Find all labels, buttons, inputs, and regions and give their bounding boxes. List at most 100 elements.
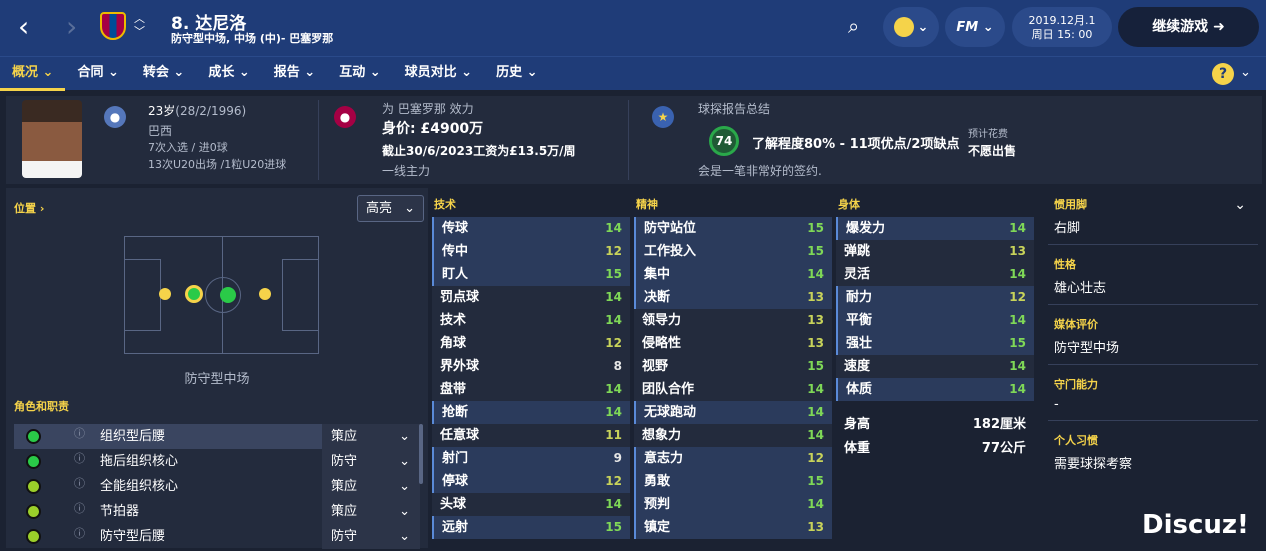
attribute-row: 灵活 14 xyxy=(836,263,1034,286)
tab-5[interactable]: 互动 ⌄ xyxy=(327,57,392,91)
technical-column: 技术 传球 14 传中 12 盯人 15 罚点球 14 技术 14 角球 12 界外球 8 盘带 14 抢断 14 任… xyxy=(432,193,630,539)
tab-4[interactable]: 报告 ⌄ xyxy=(262,57,327,91)
info-icon[interactable]: ⓘ xyxy=(74,525,85,541)
tab-0[interactable]: 概况 ⌄ xyxy=(0,57,66,91)
duty-select[interactable]: 防守 ⌄ xyxy=(322,449,420,474)
role-row[interactable]: ⓘ 组织型后腰 策应 ⌄ xyxy=(14,424,420,449)
role-suitability-dot xyxy=(26,479,41,494)
position-panel: 位置 › 高亮 ⌄ 防守型中场 角色和职责 ⓘ 组织型后腰 策应 ⌄ ⓘ 拖后组织核心 防守 ⌄… xyxy=(6,188,428,549)
forward-arrow-icon[interactable]: › xyxy=(66,10,77,44)
date-display[interactable]: 2019.12月.1 周日 15: 00 xyxy=(1012,7,1112,47)
sub-navigation: 概况 ⌄ 合同 ⌄ 转会 ⌄ 成长 ⌄ 报告 ⌄ 互动 ⌄ 球员对比 ⌄ 历史 ⌄ ? ⌄ xyxy=(0,56,1266,91)
attribute-row: 罚点球 14 xyxy=(432,286,630,309)
attribute-value: 12 xyxy=(605,474,622,488)
attribute-name: 技术 xyxy=(440,313,467,328)
physical-title: 身体 xyxy=(838,198,860,211)
duty-label: 策应 xyxy=(331,479,358,494)
continue-button[interactable]: 继续游戏 ➜ xyxy=(1118,7,1259,47)
search-icon[interactable]: ⌕ xyxy=(848,14,859,38)
info-icon[interactable]: ⓘ xyxy=(74,425,85,441)
foot-value: 右脚 xyxy=(1054,221,1081,236)
back-arrow-icon[interactable]: ‹ xyxy=(18,10,29,44)
attribute-value: 14 xyxy=(605,290,622,304)
highlight-select[interactable]: 高亮 ⌄ xyxy=(357,195,424,222)
scout-summary: 了解程度80% - 11项优点/2项缺点 xyxy=(752,137,960,152)
attribute-name: 团队合作 xyxy=(642,382,695,397)
info-icon[interactable]: ⓘ xyxy=(74,500,85,516)
attribute-row: 任意球 11 xyxy=(432,424,630,447)
duty-select[interactable]: 策应 ⌄ xyxy=(322,424,420,449)
tab-7[interactable]: 历史 ⌄ xyxy=(484,57,549,91)
attribute-value: 13 xyxy=(1009,244,1026,258)
world-menu-button[interactable]: ⌄ xyxy=(883,7,939,47)
attribute-value: 15 xyxy=(605,267,622,281)
highlight-label: 高亮 xyxy=(366,201,393,216)
side-info: 惯用脚 ⌄ 右脚 性格 雄心壮志 媒体评价 防守型中场 守门能力 - 个人习惯 … xyxy=(1048,193,1258,472)
weight-label: 体重 xyxy=(844,441,871,456)
role-row[interactable]: ⓘ 全能组织核心 策应 ⌄ xyxy=(14,474,420,499)
position-link[interactable]: 位置 › xyxy=(14,200,44,216)
attribute-value: 15 xyxy=(605,520,622,534)
attribute-row: 领导力 13 xyxy=(634,309,832,332)
attribute-name: 传球 xyxy=(442,221,469,236)
duty-label: 策应 xyxy=(331,504,358,519)
duty-select[interactable]: 防守 ⌄ xyxy=(322,524,420,549)
fee-label: 预计花费 xyxy=(968,129,1008,140)
height-label: 身高 xyxy=(844,417,871,432)
attribute-name: 罚点球 xyxy=(440,290,480,305)
attribute-value: 11 xyxy=(605,428,622,442)
attribute-value: 14 xyxy=(605,313,622,327)
birth-date: (28/2/1996) xyxy=(175,104,247,118)
attribute-row: 技术 14 xyxy=(432,309,630,332)
continue-arrow-icon: ➜ xyxy=(1213,19,1225,35)
attribute-row: 爆发力 14 xyxy=(836,217,1034,240)
attribute-row: 盘带 14 xyxy=(432,378,630,401)
fm-menu-button[interactable]: FM ⌄ xyxy=(945,7,1005,47)
chevron-down-icon: ⌄ xyxy=(365,65,381,80)
duty-label: 防守 xyxy=(331,529,358,544)
role-suitability-dot xyxy=(26,504,41,519)
attribute-value: 15 xyxy=(807,359,824,373)
player-wage: 截止30/6/2023工资为£13.5万/周 xyxy=(382,144,576,158)
scrollbar[interactable] xyxy=(419,424,423,484)
role-row[interactable]: ⓘ 节拍器 策应 ⌄ xyxy=(14,499,420,524)
role-row[interactable]: ⓘ 拖后组织核心 防守 ⌄ xyxy=(14,449,420,474)
attribute-row: 耐力 12 xyxy=(836,286,1034,309)
attribute-name: 镇定 xyxy=(644,520,671,535)
attribute-name: 侵略性 xyxy=(642,336,682,351)
attribute-name: 强壮 xyxy=(846,336,873,351)
role-row[interactable]: ⓘ 防守型后腰 防守 ⌄ xyxy=(14,524,420,549)
roles-title: 角色和职责 xyxy=(14,400,69,413)
attribute-value: 13 xyxy=(807,290,824,304)
attribute-name: 视野 xyxy=(642,359,669,374)
pos-dot xyxy=(259,288,271,300)
chevron-down-icon[interactable]: ⌄ xyxy=(1234,197,1246,213)
tab-6[interactable]: 球员对比 ⌄ xyxy=(393,57,484,91)
attribute-value: 12 xyxy=(605,336,622,350)
attribute-name: 耐力 xyxy=(846,290,873,305)
help-icon[interactable]: ? xyxy=(1212,63,1234,85)
attribute-value: 12 xyxy=(807,451,824,465)
attribute-row: 角球 12 xyxy=(432,332,630,355)
attribute-row: 传球 14 xyxy=(432,217,630,240)
help-chevron-icon[interactable]: ⌄ xyxy=(1240,65,1251,80)
mental-title: 精神 xyxy=(636,198,658,211)
attribute-value: 14 xyxy=(605,221,622,235)
tab-2[interactable]: 转会 ⌄ xyxy=(131,57,196,91)
tab-3[interactable]: 成长 ⌄ xyxy=(196,57,261,91)
tab-1[interactable]: 合同 ⌄ xyxy=(65,57,130,91)
attribute-value: 14 xyxy=(807,267,824,281)
attribute-name: 射门 xyxy=(442,451,469,466)
attribute-row: 界外球 8 xyxy=(432,355,630,378)
attribute-row: 工作投入 15 xyxy=(634,240,832,263)
info-icon[interactable]: ⓘ xyxy=(74,475,85,491)
duty-select[interactable]: 策应 ⌄ xyxy=(322,474,420,499)
height-value: 182厘米 xyxy=(972,417,1026,432)
attribute-name: 灵活 xyxy=(844,267,871,282)
player-switch-chevrons[interactable]: ︿ ﹀ xyxy=(134,12,145,38)
attribute-row: 强壮 15 xyxy=(836,332,1034,355)
scout-note: 会是一笔非常好的签约. xyxy=(698,164,822,178)
info-icon[interactable]: ⓘ xyxy=(74,450,85,466)
duty-select[interactable]: 策应 ⌄ xyxy=(322,499,420,524)
pos-dot xyxy=(159,288,171,300)
